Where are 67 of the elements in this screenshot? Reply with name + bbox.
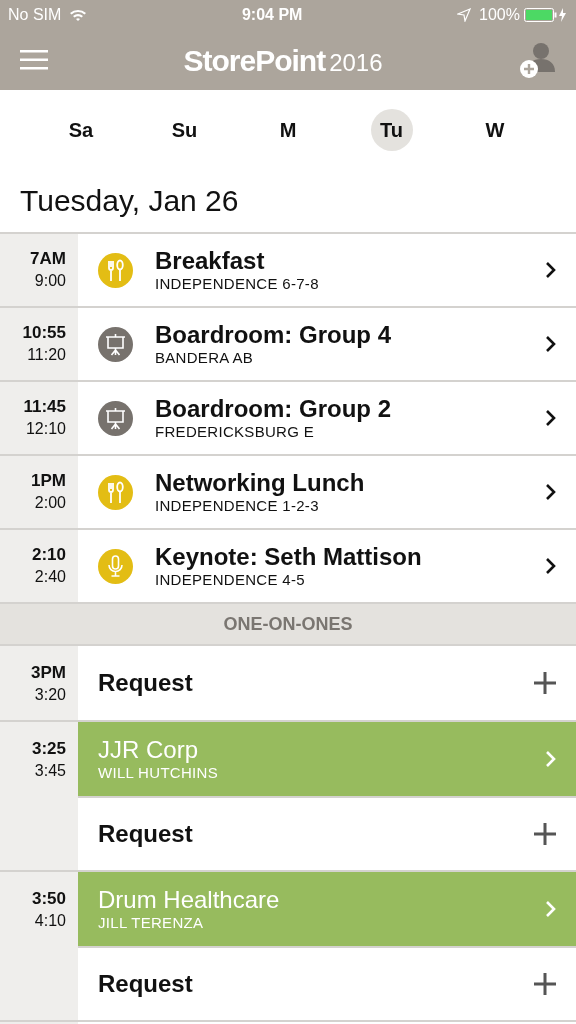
menu-icon[interactable] <box>20 50 48 70</box>
chevron-icon <box>545 483 556 501</box>
section-header: ONE-ON-ONES <box>0 604 576 646</box>
request-text: Request <box>98 820 194 848</box>
end-time: 11:20 <box>27 345 66 365</box>
event-location: INDEPENDENCE 4-5 <box>155 571 306 589</box>
wifi-icon <box>69 8 88 22</box>
battery-text: 100% <box>479 5 520 25</box>
location-icon <box>457 8 472 22</box>
end-time: 3:45 <box>34 761 66 781</box>
request-row[interactable]: Request <box>78 646 576 720</box>
logo-year: 2016 <box>329 47 383 78</box>
event-location: BANDERA AB <box>155 349 255 367</box>
event-title: Breakfast <box>155 247 266 275</box>
event-location: INDEPENDENCE 1-2-3 <box>155 497 320 515</box>
end-time: 2:00 <box>34 493 66 513</box>
event-title: Networking Lunch <box>155 469 366 497</box>
chevron-icon <box>545 335 556 353</box>
start-time: 3:25 <box>31 738 66 760</box>
battery-icon <box>524 7 568 23</box>
logo-text: StorePoint <box>183 42 326 79</box>
start-time: 10:55 <box>22 322 66 344</box>
request-row[interactable]: Request <box>78 946 576 1020</box>
carrier-text: No SIM <box>8 5 62 25</box>
plus-icon <box>534 672 556 694</box>
event-location: FREDERICKSBURG E <box>155 423 315 441</box>
event-row[interactable]: Boardroom: Group 2 FREDERICKSBURG E <box>78 382 576 454</box>
event-location: INDEPENDENCE 6-7-8 <box>155 275 320 293</box>
event-title: Keynote: Seth Mattison <box>155 543 423 571</box>
chevron-icon <box>545 900 556 918</box>
start-time: 11:45 <box>23 396 66 418</box>
start-time: 1PM <box>31 470 66 492</box>
event-row[interactable]: Keynote: Seth Mattison INDEPENDENCE 4-5 <box>78 530 576 602</box>
meeting-title: Drum Healthcare <box>98 886 281 914</box>
end-time: 3:20 <box>34 685 66 705</box>
start-time: 7AM <box>30 248 66 270</box>
clock-text: 9:04 PM <box>241 5 303 25</box>
chevron-icon <box>545 409 556 427</box>
end-time: 4:10 <box>34 911 66 931</box>
end-time: 12:10 <box>25 419 66 439</box>
add-user-icon[interactable] <box>518 40 556 80</box>
day-tab[interactable]: Sa <box>60 109 102 151</box>
plus-icon <box>534 823 556 845</box>
event-title: Boardroom: Group 2 <box>155 395 392 423</box>
request-row[interactable]: Request <box>78 796 576 870</box>
day-tab[interactable]: Tu <box>370 109 413 151</box>
meeting-contact: JILL TERENZA <box>98 914 205 932</box>
event-row[interactable]: Breakfast INDEPENDENCE 6-7-8 <box>78 234 576 306</box>
day-tab[interactable]: W <box>474 109 516 151</box>
day-tab[interactable]: Su <box>163 109 206 151</box>
chevron-icon <box>545 557 556 575</box>
chevron-icon <box>545 261 556 279</box>
event-title: Boardroom: Group 4 <box>155 321 392 349</box>
request-text: Request <box>98 970 194 998</box>
plus-icon <box>534 973 556 995</box>
event-row[interactable]: Boardroom: Group 4 BANDERA AB <box>78 308 576 380</box>
end-time: 9:00 <box>34 271 66 291</box>
chevron-icon <box>545 750 556 768</box>
event-row[interactable]: Networking Lunch INDEPENDENCE 1-2-3 <box>78 456 576 528</box>
start-time: 3PM <box>31 662 66 684</box>
end-time: 2:40 <box>34 567 66 587</box>
request-text: Request <box>98 669 194 697</box>
meeting-title: JJR Corp <box>98 736 200 764</box>
start-time: 3:50 <box>31 888 66 910</box>
start-time: 2:10 <box>31 544 66 566</box>
meeting-contact: WILL HUTCHINS <box>98 764 220 782</box>
day-tab[interactable]: M <box>267 109 309 151</box>
